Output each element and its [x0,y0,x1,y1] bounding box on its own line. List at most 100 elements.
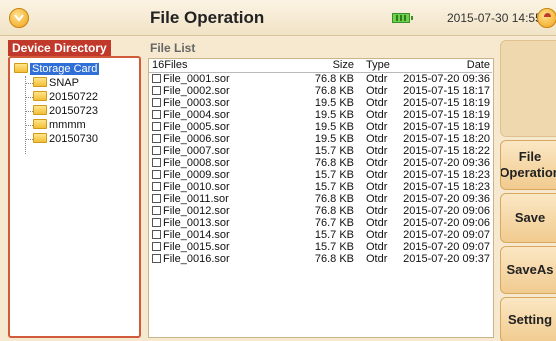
table-row[interactable]: File_0009.sor 15.7 KB Otdr 2015-07-15 18:23 [149,169,492,181]
file-type: Otdr [366,144,388,157]
file-date: 2015-07-15 18:19 [403,108,490,121]
file-type: Otdr [366,156,388,169]
table-row[interactable]: File_0002.sor 76.8 KB Otdr 2015-07-15 18:17 [149,85,492,97]
file-size: 15.7 KB [314,240,354,253]
table-row[interactable]: File_0011.sor 76.8 KB Otdr 2015-07-20 09:36 [149,193,492,205]
checkbox-icon[interactable] [152,85,161,95]
file-name: File_0003.sor [163,96,230,109]
file-date: 2015-07-20 09:36 [403,192,490,205]
file-name: File_0010.sor [163,180,230,193]
checkbox-icon[interactable] [152,181,161,191]
file-date: 2015-07-15 18:20 [403,132,490,145]
file-type: Otdr [366,192,388,205]
checkbox-icon[interactable] [152,73,161,83]
column-header-type[interactable]: Type [354,59,394,73]
file-name: File_0015.sor [163,240,230,253]
table-row[interactable]: File_0012.sor 76.8 KB Otdr 2015-07-20 09:06 [149,205,492,217]
file-type: Otdr [366,204,388,217]
file-name: File_0007.sor [163,144,230,157]
checkbox-icon[interactable] [152,217,161,227]
tree-folder-item[interactable]: mmmm [33,118,86,132]
file-name: File_0002.sor [163,84,230,97]
checkbox-icon[interactable] [152,193,161,203]
top-bar: File Operation 2015-07-30 14:55 [0,0,556,36]
file-list-panel[interactable]: 16Files Size Type Date File_0001.sor 76.8… [148,58,494,338]
folder-icon [14,63,28,73]
table-row[interactable]: File_0007.sor 15.7 KB Otdr 2015-07-15 18:22 [149,145,492,157]
table-row[interactable]: File_0003.sor 19.5 KB Otdr 2015-07-15 18:19 [149,97,492,109]
file-name: File_0014.sor [163,228,230,241]
checkbox-icon[interactable] [152,109,161,119]
table-row[interactable]: File_0006.sor 19.5 KB Otdr 2015-07-15 18:20 [149,133,492,145]
file-size: 19.5 KB [314,120,354,133]
directory-tree-panel[interactable]: Storage Card SNAP 20150722 20150723 mmmm… [8,56,141,338]
datetime-display: 2015-07-30 14:55 [447,11,542,25]
table-row[interactable]: File_0015.sor 15.7 KB Otdr 2015-07-20 09:07 [149,241,492,253]
checkbox-icon[interactable] [152,205,161,215]
file-type: Otdr [366,96,388,109]
file-size: 76.8 KB [314,72,354,85]
file-name: File_0004.sor [163,108,230,121]
file-date: 2015-07-20 09:07 [403,240,490,253]
file-type: Otdr [366,120,388,133]
tree-folder-label: 20150723 [49,105,98,117]
save-as-button[interactable]: SaveAs [500,246,556,294]
file-type: Otdr [366,108,388,121]
file-size: 19.5 KB [314,96,354,109]
file-table: 16Files Size Type Date File_0001.sor 76.8… [149,59,492,265]
file-size: 76.8 KB [314,192,354,205]
home-icon[interactable] [9,8,29,28]
table-row[interactable]: File_0001.sor 76.8 KB Otdr 2015-07-20 09:36 [149,72,492,85]
file-type: Otdr [366,72,388,85]
folder-icon [33,105,47,115]
checkbox-icon[interactable] [152,157,161,167]
tree-root-storage-card[interactable]: Storage Card [14,62,100,76]
table-row[interactable]: File_0008.sor 76.8 KB Otdr 2015-07-20 09:36 [149,157,492,169]
user-icon[interactable] [537,8,556,28]
file-operation-button[interactable]: File Operation [500,140,556,190]
folder-icon [33,133,47,143]
file-size: 15.7 KB [314,144,354,157]
checkbox-icon[interactable] [152,145,161,155]
checkbox-icon[interactable] [152,253,161,263]
save-button[interactable]: Save [500,193,556,243]
column-header-size[interactable]: Size [299,59,354,73]
file-date: 2015-07-20 09:36 [403,72,490,85]
file-date: 2015-07-20 09:37 [403,252,490,265]
tree-folder-item[interactable]: 20150730 [33,132,98,146]
table-row[interactable]: File_0004.sor 19.5 KB Otdr 2015-07-15 18:19 [149,109,492,121]
tree-folder-item[interactable]: 20150722 [33,90,98,104]
file-size: 76.8 KB [314,84,354,97]
table-row[interactable]: File_0016.sor 76.8 KB Otdr 2015-07-20 09:37 [149,253,492,265]
checkbox-icon[interactable] [152,229,161,239]
tree-folder-item[interactable]: SNAP [33,76,79,90]
checkbox-icon[interactable] [152,133,161,143]
checkbox-icon[interactable] [152,121,161,131]
table-row[interactable]: File_0013.sor 76.7 KB Otdr 2015-07-20 09:06 [149,217,492,229]
checkbox-icon[interactable] [152,97,161,107]
column-header-date[interactable]: Date [394,59,492,73]
file-date: 2015-07-20 09:07 [403,228,490,241]
file-size: 76.8 KB [314,204,354,217]
file-name: File_0005.sor [163,120,230,133]
file-name: File_0012.sor [163,204,230,217]
tree-folder-label: 20150730 [49,133,98,145]
page-title: File Operation [150,8,265,27]
file-type: Otdr [366,180,388,193]
settings-button[interactable]: Setting [500,297,556,341]
file-size: 15.7 KB [314,180,354,193]
file-table-header: 16Files Size Type Date [149,59,492,73]
file-date: 2015-07-15 18:22 [403,144,490,157]
tree-folder-item[interactable]: 20150723 [33,104,98,118]
file-name: File_0008.sor [163,156,230,169]
column-header-name[interactable]: 16Files [149,59,299,73]
file-type: Otdr [366,132,388,145]
checkbox-icon[interactable] [152,169,161,179]
file-size: 19.5 KB [314,108,354,121]
table-row[interactable]: File_0010.sor 15.7 KB Otdr 2015-07-15 18:23 [149,181,492,193]
file-type: Otdr [366,252,388,265]
file-date: 2015-07-15 18:17 [403,84,490,97]
table-row[interactable]: File_0014.sor 15.7 KB Otdr 2015-07-20 09:07 [149,229,492,241]
checkbox-icon[interactable] [152,241,161,251]
table-row[interactable]: File_0005.sor 19.5 KB Otdr 2015-07-15 18:19 [149,121,492,133]
